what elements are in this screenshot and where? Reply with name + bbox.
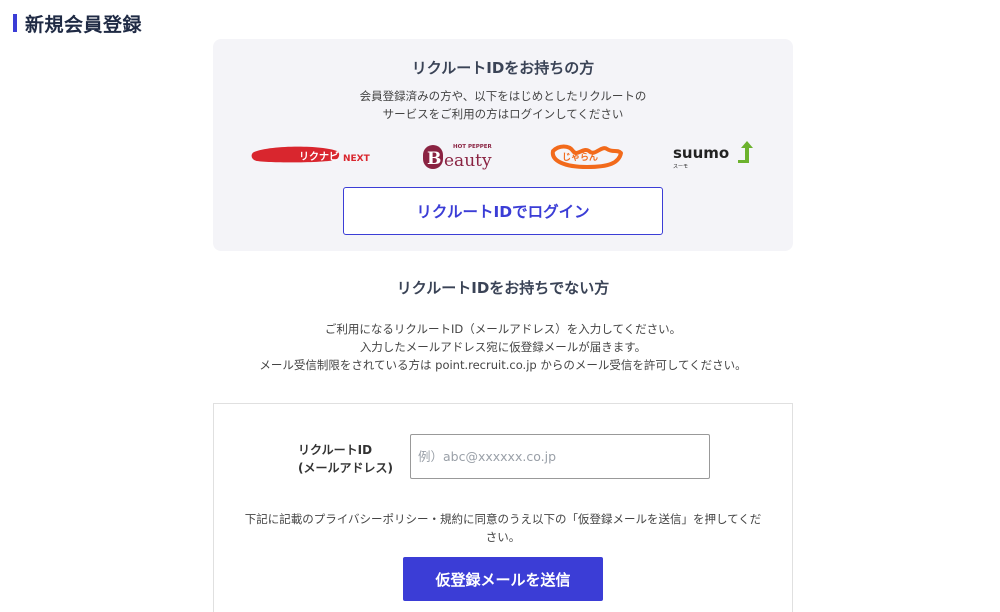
- send-provisional-email-button[interactable]: 仮登録メールを送信: [403, 557, 603, 601]
- new-member-description-line: メール受信制限をされている方は point.recruit.co.jp からのメ…: [259, 358, 747, 372]
- new-member-title: リクルートIDをお持ちでない方: [396, 279, 610, 297]
- login-button[interactable]: リクルートIDでログイン: [343, 187, 663, 235]
- suumo-logo: suumo スーモ: [673, 141, 753, 170]
- page-title: 新規会員登録: [13, 11, 143, 36]
- email-field[interactable]: [410, 434, 710, 479]
- new-member-description-line: 入力したメールアドレス宛に仮登録メールが届きます。: [359, 340, 647, 354]
- service-logos: リクナビ NEXT HOT PEPPER B eauty じゃらん suumo …: [213, 139, 793, 173]
- hotpepper-logo-small-text: HOT PEPPER: [453, 144, 493, 150]
- suumo-logo-small-text: スーモ: [673, 164, 688, 170]
- title-accent-bar: [13, 14, 17, 32]
- rikunabi-next-logo: リクナビ NEXT: [251, 146, 371, 164]
- page-title-text: 新規会員登録: [25, 13, 143, 36]
- existing-member-description-line: サービスをご利用の方はログインしてください: [382, 107, 624, 121]
- existing-member-description: 会員登録済みの方や、以下をはじめとしたリクルートの サービスをご利用の方はログイ…: [213, 87, 793, 123]
- suumo-logo-text: suumo: [673, 144, 729, 162]
- new-member-description: ご利用になるリクルートID（メールアドレス）を入力してください。 入力したメール…: [150, 320, 856, 374]
- rikunabi-logo-text: リクナビ: [299, 150, 339, 163]
- privacy-consent-line: さい。: [485, 530, 521, 544]
- registration-form: リクルートID (メールアドレス) 下記に記載のプライバシーポリシー・規約に同意…: [213, 403, 793, 612]
- existing-member-panel: リクルートIDをお持ちの方 会員登録済みの方や、以下をはじめとしたリクルートの …: [213, 39, 793, 251]
- rikunabi-logo-suffix: NEXT: [343, 154, 371, 164]
- privacy-consent-line: 下記に記載のプライバシーポリシー・規約に同意のうえ以下の「仮登録メールを送信」を…: [244, 512, 762, 526]
- jalan-logo: じゃらん: [550, 144, 623, 169]
- beauty-logo-initial: B: [427, 149, 441, 169]
- privacy-consent-text: 下記に記載のプライバシーポリシー・規約に同意のうえ以下の「仮登録メールを送信」を…: [232, 510, 774, 546]
- existing-member-description-line: 会員登録済みの方や、以下をはじめとしたリクルートの: [359, 89, 647, 103]
- email-field-label-line: (メールアドレス): [298, 461, 393, 475]
- email-field-label: リクルートID (メールアドレス): [298, 441, 393, 477]
- hotpepper-beauty-logo: HOT PEPPER B eauty: [423, 144, 493, 171]
- jalan-logo-text: じゃらん: [562, 152, 598, 163]
- new-member-description-line: ご利用になるリクルートID（メールアドレス）を入力してください。: [324, 322, 682, 336]
- email-field-label-line: リクルートID: [298, 443, 373, 457]
- beauty-logo-text: eauty: [444, 151, 492, 171]
- existing-member-title: リクルートIDをお持ちの方: [411, 59, 595, 77]
